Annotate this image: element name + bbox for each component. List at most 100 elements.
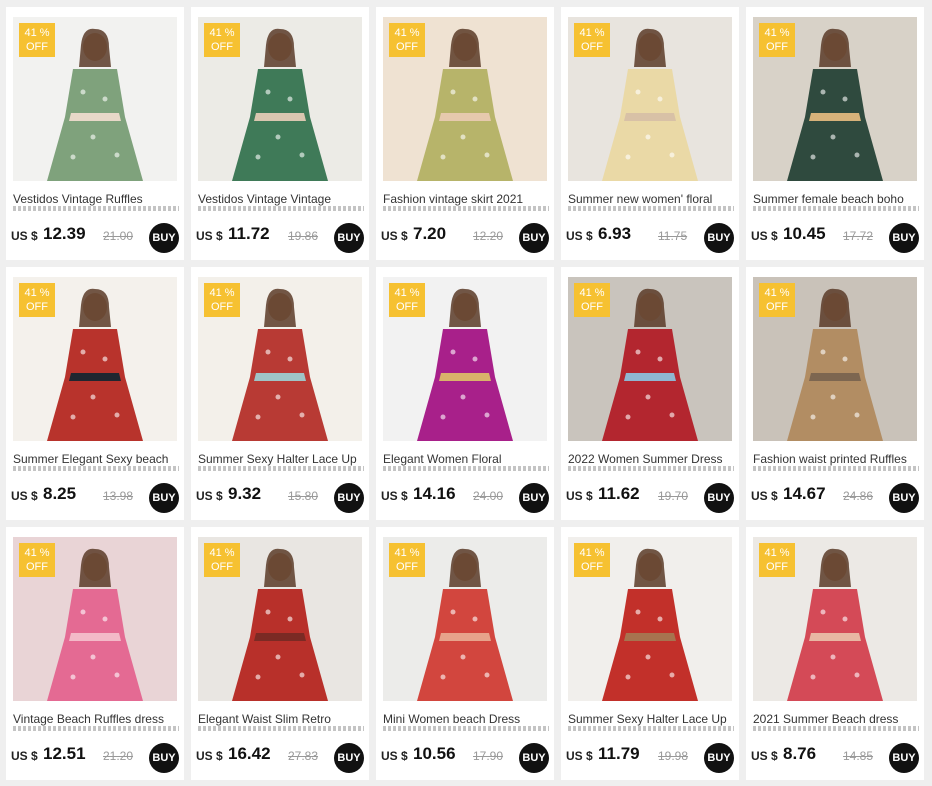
product-image[interactable]: 41 % OFF: [568, 537, 732, 701]
sale-price: 12.51: [43, 744, 86, 763]
discount-percent: 41 %: [764, 547, 790, 559]
product-image[interactable]: 41 % OFF: [198, 17, 362, 181]
discount-badge: 41 % OFF: [19, 23, 55, 57]
sale-price: 14.16: [413, 484, 456, 503]
product-image[interactable]: 41 % OFF: [383, 17, 547, 181]
product-card[interactable]: 41 % OFF Elegant Waist Slim Retro US $ 1…: [191, 527, 369, 780]
product-card[interactable]: 41 % OFF 2021 Summer Beach dress US $ 8.…: [746, 527, 924, 780]
buy-button[interactable]: BUY: [519, 483, 549, 513]
discount-off-label: OFF: [581, 41, 603, 53]
product-card[interactable]: 41 % OFF Vintage Beach Ruffles dress US …: [6, 527, 184, 780]
title-overflow: [198, 466, 364, 471]
discount-off-label: OFF: [766, 561, 788, 573]
product-title[interactable]: Summer new women' floral: [568, 191, 734, 207]
discount-off-label: OFF: [581, 561, 603, 573]
product-card[interactable]: 41 % OFF Summer Sexy Halter Lace Up US $…: [191, 267, 369, 520]
original-price: 17.90: [473, 749, 504, 763]
buy-button[interactable]: BUY: [334, 483, 364, 513]
price-row: US $ 8.76 14.85 BUY: [751, 743, 919, 773]
product-card[interactable]: 41 % OFF Summer female beach boho US $ 1…: [746, 7, 924, 260]
product-title[interactable]: Fashion vintage skirt 2021: [383, 191, 549, 207]
product-title[interactable]: Elegant Women Floral: [383, 451, 549, 467]
product-title[interactable]: Summer Sexy Halter Lace Up: [568, 711, 734, 727]
sale-price: 10.45: [783, 224, 826, 243]
product-title[interactable]: Elegant Waist Slim Retro: [198, 711, 364, 727]
product-card[interactable]: 41 % OFF Summer Elegant Sexy beach US $ …: [6, 267, 184, 520]
sale-price: 12.39: [43, 224, 86, 243]
buy-button[interactable]: BUY: [889, 743, 919, 773]
product-title[interactable]: Vintage Beach Ruffles dress: [13, 711, 179, 727]
product-card[interactable]: 41 % OFF Fashion vintage skirt 2021 US $…: [376, 7, 554, 260]
product-card[interactable]: 41 % OFF Summer Sexy Halter Lace Up US $…: [561, 527, 739, 780]
product-card[interactable]: 41 % OFF Vestidos Vintage Ruffles US $ 1…: [6, 7, 184, 260]
price-row: US $ 6.93 11.75 BUY: [566, 223, 734, 253]
discount-off-label: OFF: [396, 41, 418, 53]
product-image[interactable]: 41 % OFF: [13, 537, 177, 701]
product-image[interactable]: 41 % OFF: [383, 277, 547, 441]
discount-percent: 41 %: [579, 287, 605, 299]
discount-off-label: OFF: [766, 41, 788, 53]
product-title[interactable]: Vestidos Vintage Ruffles: [13, 191, 179, 207]
sale-price: 10.56: [413, 744, 456, 763]
original-price: 14.85: [843, 749, 874, 763]
product-image[interactable]: 41 % OFF: [568, 17, 732, 181]
product-image[interactable]: 41 % OFF: [568, 277, 732, 441]
discount-percent: 41 %: [579, 27, 605, 39]
currency-label: US $: [196, 749, 223, 763]
product-image[interactable]: 41 % OFF: [753, 17, 917, 181]
product-image[interactable]: 41 % OFF: [753, 277, 917, 441]
discount-badge: 41 % OFF: [574, 23, 610, 57]
product-card[interactable]: 41 % OFF Vestidos Vintage Vintage US $ 1…: [191, 7, 369, 260]
product-title[interactable]: 2021 Summer Beach dress: [753, 711, 919, 727]
product-title[interactable]: Summer female beach boho: [753, 191, 919, 207]
buy-button[interactable]: BUY: [519, 223, 549, 253]
product-card[interactable]: 41 % OFF Summer new women' floral US $ 6…: [561, 7, 739, 260]
sale-price: 8.76: [783, 744, 817, 763]
buy-button[interactable]: BUY: [889, 483, 919, 513]
discount-percent: 41 %: [394, 27, 420, 39]
product-title[interactable]: Summer Elegant Sexy beach: [13, 451, 179, 467]
currency-label: US $: [751, 749, 778, 763]
currency-label: US $: [196, 489, 223, 503]
product-image[interactable]: 41 % OFF: [383, 537, 547, 701]
sale-price: 9.32: [228, 484, 262, 503]
product-title[interactable]: Vestidos Vintage Vintage: [198, 191, 364, 207]
discount-badge: 41 % OFF: [204, 23, 240, 57]
buy-button[interactable]: BUY: [149, 223, 179, 253]
discount-off-label: OFF: [396, 301, 418, 313]
price-row: US $ 12.39 21.00 BUY: [11, 223, 179, 253]
product-card[interactable]: 41 % OFF Mini Women beach Dress US $ 10.…: [376, 527, 554, 780]
sale-price: 6.93: [598, 224, 632, 243]
product-title[interactable]: 2022 Women Summer Dress: [568, 451, 734, 467]
price-row: US $ 10.56 17.90 BUY: [381, 743, 549, 773]
buy-button[interactable]: BUY: [334, 223, 364, 253]
product-title[interactable]: Fashion waist printed Ruffles: [753, 451, 919, 467]
buy-button[interactable]: BUY: [704, 223, 734, 253]
product-image[interactable]: 41 % OFF: [13, 277, 177, 441]
buy-button[interactable]: BUY: [149, 743, 179, 773]
buy-button[interactable]: BUY: [704, 743, 734, 773]
discount-off-label: OFF: [211, 301, 233, 313]
currency-label: US $: [751, 229, 778, 243]
product-card[interactable]: 41 % OFF Elegant Women Floral US $ 14.16…: [376, 267, 554, 520]
price-row: US $ 7.20 12.20 BUY: [381, 223, 549, 253]
buy-button[interactable]: BUY: [149, 483, 179, 513]
original-price: 15.80: [288, 489, 319, 503]
product-image[interactable]: 41 % OFF: [753, 537, 917, 701]
original-price: 13.98: [103, 489, 134, 503]
currency-label: US $: [11, 749, 38, 763]
product-title[interactable]: Mini Women beach Dress: [383, 711, 549, 727]
discount-percent: 41 %: [394, 547, 420, 559]
product-title[interactable]: Summer Sexy Halter Lace Up: [198, 451, 364, 467]
product-image[interactable]: 41 % OFF: [13, 17, 177, 181]
product-image[interactable]: 41 % OFF: [198, 277, 362, 441]
buy-button[interactable]: BUY: [519, 743, 549, 773]
discount-off-label: OFF: [26, 41, 48, 53]
product-card[interactable]: 41 % OFF 2022 Women Summer Dress US $ 11…: [561, 267, 739, 520]
buy-button[interactable]: BUY: [704, 483, 734, 513]
product-image[interactable]: 41 % OFF: [198, 537, 362, 701]
original-price: 12.20: [473, 229, 504, 243]
product-card[interactable]: 41 % OFF Fashion waist printed Ruffles U…: [746, 267, 924, 520]
buy-button[interactable]: BUY: [889, 223, 919, 253]
buy-button[interactable]: BUY: [334, 743, 364, 773]
